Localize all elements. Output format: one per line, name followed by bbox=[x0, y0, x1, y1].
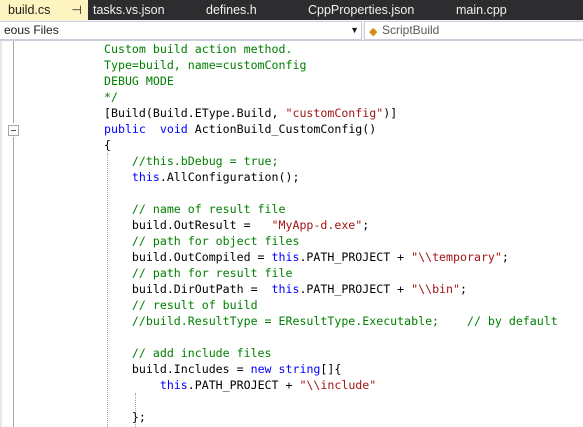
code-line[interactable]: //this.bDebug = true; bbox=[104, 153, 558, 169]
code-token: "customConfig" bbox=[285, 106, 384, 120]
code-token: build.OutCompiled = bbox=[104, 250, 272, 264]
code-token: // result of build bbox=[104, 298, 258, 312]
code-token: // path for result file bbox=[104, 266, 293, 280]
code-token: this bbox=[131, 170, 160, 184]
code-token: .PATH_PROJECT + bbox=[187, 378, 300, 392]
project-scope-dropdown[interactable]: eous Files ▼ bbox=[0, 21, 362, 40]
code-token: .PATH_PROJECT + bbox=[299, 250, 412, 264]
code-token: .PATH_PROJECT + bbox=[299, 282, 412, 296]
code-token: public bbox=[104, 122, 146, 136]
code-token: // path for object files bbox=[104, 234, 300, 248]
method-icon: ◆ bbox=[369, 26, 378, 38]
code-token: string bbox=[278, 362, 321, 376]
code-line[interactable]: { bbox=[104, 137, 558, 153]
code-token: }; bbox=[104, 410, 146, 424]
code-line[interactable]: build.Includes = new string[]{ bbox=[104, 361, 558, 377]
indicator-margin bbox=[0, 41, 2, 427]
chevron-down-icon[interactable]: ▼ bbox=[350, 22, 359, 39]
code-token: "MyApp-d.exe" bbox=[271, 218, 363, 232]
code-token: "\\include" bbox=[299, 378, 377, 392]
tab-label: CppProperties.json bbox=[308, 3, 415, 17]
code-token: .AllConfiguration(); bbox=[159, 170, 300, 184]
code-token: []{ bbox=[320, 362, 342, 376]
document-tab-strip: build.cs ⊣ tasks.vs.json defines.h CppPr… bbox=[0, 0, 583, 20]
tab-label: defines.h bbox=[206, 3, 257, 17]
code-line[interactable]: // path for result file bbox=[104, 265, 558, 281]
code-line[interactable]: */ bbox=[104, 89, 558, 105]
code-line[interactable]: // path for object files bbox=[104, 233, 558, 249]
code-token: ActionBuild_CustomConfig() bbox=[187, 122, 377, 136]
tab-tasks-vs-json[interactable]: tasks.vs.json bbox=[88, 0, 200, 20]
code-token: build.Includes = bbox=[104, 362, 251, 376]
code-token: this bbox=[271, 250, 300, 264]
member-dropdown[interactable]: ◆ ScriptBuild bbox=[364, 21, 583, 40]
code-line[interactable]: Custom build action method. bbox=[104, 41, 558, 57]
code-token: Custom build action method. bbox=[104, 42, 293, 56]
code-editor[interactable]: Custom build action method. Type=build, n… bbox=[0, 41, 583, 427]
code-token: this bbox=[271, 282, 300, 296]
code-token: DEBUG MODE bbox=[104, 74, 174, 88]
code-token: // add include files bbox=[104, 346, 272, 360]
code-line[interactable]: Type=build, name=customConfig bbox=[104, 57, 558, 73]
code-token: "\\bin" bbox=[411, 282, 461, 296]
code-line[interactable] bbox=[104, 329, 558, 345]
code-token: ; bbox=[501, 250, 509, 264]
code-line[interactable]: build.OutResult = "MyApp-d.exe"; bbox=[104, 217, 558, 233]
outline-line bbox=[13, 137, 14, 427]
code-line[interactable] bbox=[104, 393, 558, 409]
code-line[interactable]: this.PATH_PROJECT + "\\include" bbox=[104, 377, 558, 393]
code-line[interactable]: public void ActionBuild_CustomConfig() bbox=[104, 121, 558, 137]
code-token: */ bbox=[104, 90, 118, 104]
code-token: new bbox=[250, 362, 272, 376]
code-line[interactable]: // name of result file bbox=[104, 201, 558, 217]
code-line[interactable]: build.DirOutPath = this.PATH_PROJECT + "… bbox=[104, 281, 558, 297]
tab-build-cs[interactable]: build.cs ⊣ bbox=[0, 0, 88, 20]
code-token: { bbox=[104, 138, 111, 152]
code-token: this bbox=[159, 378, 188, 392]
navigation-bar: eous Files ▼ ◆ ScriptBuild bbox=[0, 20, 583, 41]
code-line[interactable] bbox=[104, 185, 558, 201]
code-line[interactable]: this.AllConfiguration(); bbox=[104, 169, 558, 185]
project-scope-value: eous Files bbox=[4, 23, 59, 37]
code-token: Type=build, name=customConfig bbox=[104, 58, 307, 72]
collapse-toggle-icon[interactable] bbox=[8, 125, 19, 136]
code-line[interactable]: // add include files bbox=[104, 345, 558, 361]
code-text[interactable]: Custom build action method. Type=build, n… bbox=[104, 41, 558, 425]
code-line[interactable]: build.OutCompiled = this.PATH_PROJECT + … bbox=[104, 249, 558, 265]
tab-label: main.cpp bbox=[456, 3, 507, 17]
code-line[interactable]: // result of build bbox=[104, 297, 558, 313]
tab-cppproperties-json[interactable]: CppProperties.json bbox=[304, 0, 451, 20]
outline-line bbox=[13, 41, 14, 123]
code-token: build.DirOutPath = bbox=[104, 282, 272, 296]
code-line[interactable]: DEBUG MODE bbox=[104, 73, 558, 89]
code-token: ; bbox=[460, 282, 467, 296]
code-token: ; bbox=[362, 218, 370, 232]
code-line[interactable]: //build.ResultType = EResultType.Executa… bbox=[104, 313, 558, 329]
member-value: ScriptBuild bbox=[382, 23, 440, 37]
code-token: )] bbox=[383, 106, 398, 120]
code-line[interactable]: [Build(Build.EType.Build, "customConfig"… bbox=[104, 105, 558, 121]
code-token: //build.ResultType = EResultType.Executa… bbox=[104, 314, 558, 328]
code-token: void bbox=[159, 122, 188, 136]
code-token: build.OutResult = bbox=[104, 218, 272, 232]
code-token: // name of result file bbox=[104, 202, 286, 216]
tab-defines-h[interactable]: defines.h bbox=[200, 0, 304, 20]
tab-label: build.cs bbox=[8, 3, 51, 17]
tab-label: tasks.vs.json bbox=[93, 3, 165, 17]
tab-main-cpp[interactable]: main.cpp bbox=[451, 0, 583, 20]
code-token: "\\temporary" bbox=[411, 250, 502, 264]
code-token: //this.bDebug = true; bbox=[104, 154, 279, 168]
code-line[interactable]: }; bbox=[104, 409, 558, 425]
pin-icon[interactable]: ⊣ bbox=[72, 0, 82, 20]
code-token: [Build(Build.EType.Build, bbox=[104, 106, 286, 120]
